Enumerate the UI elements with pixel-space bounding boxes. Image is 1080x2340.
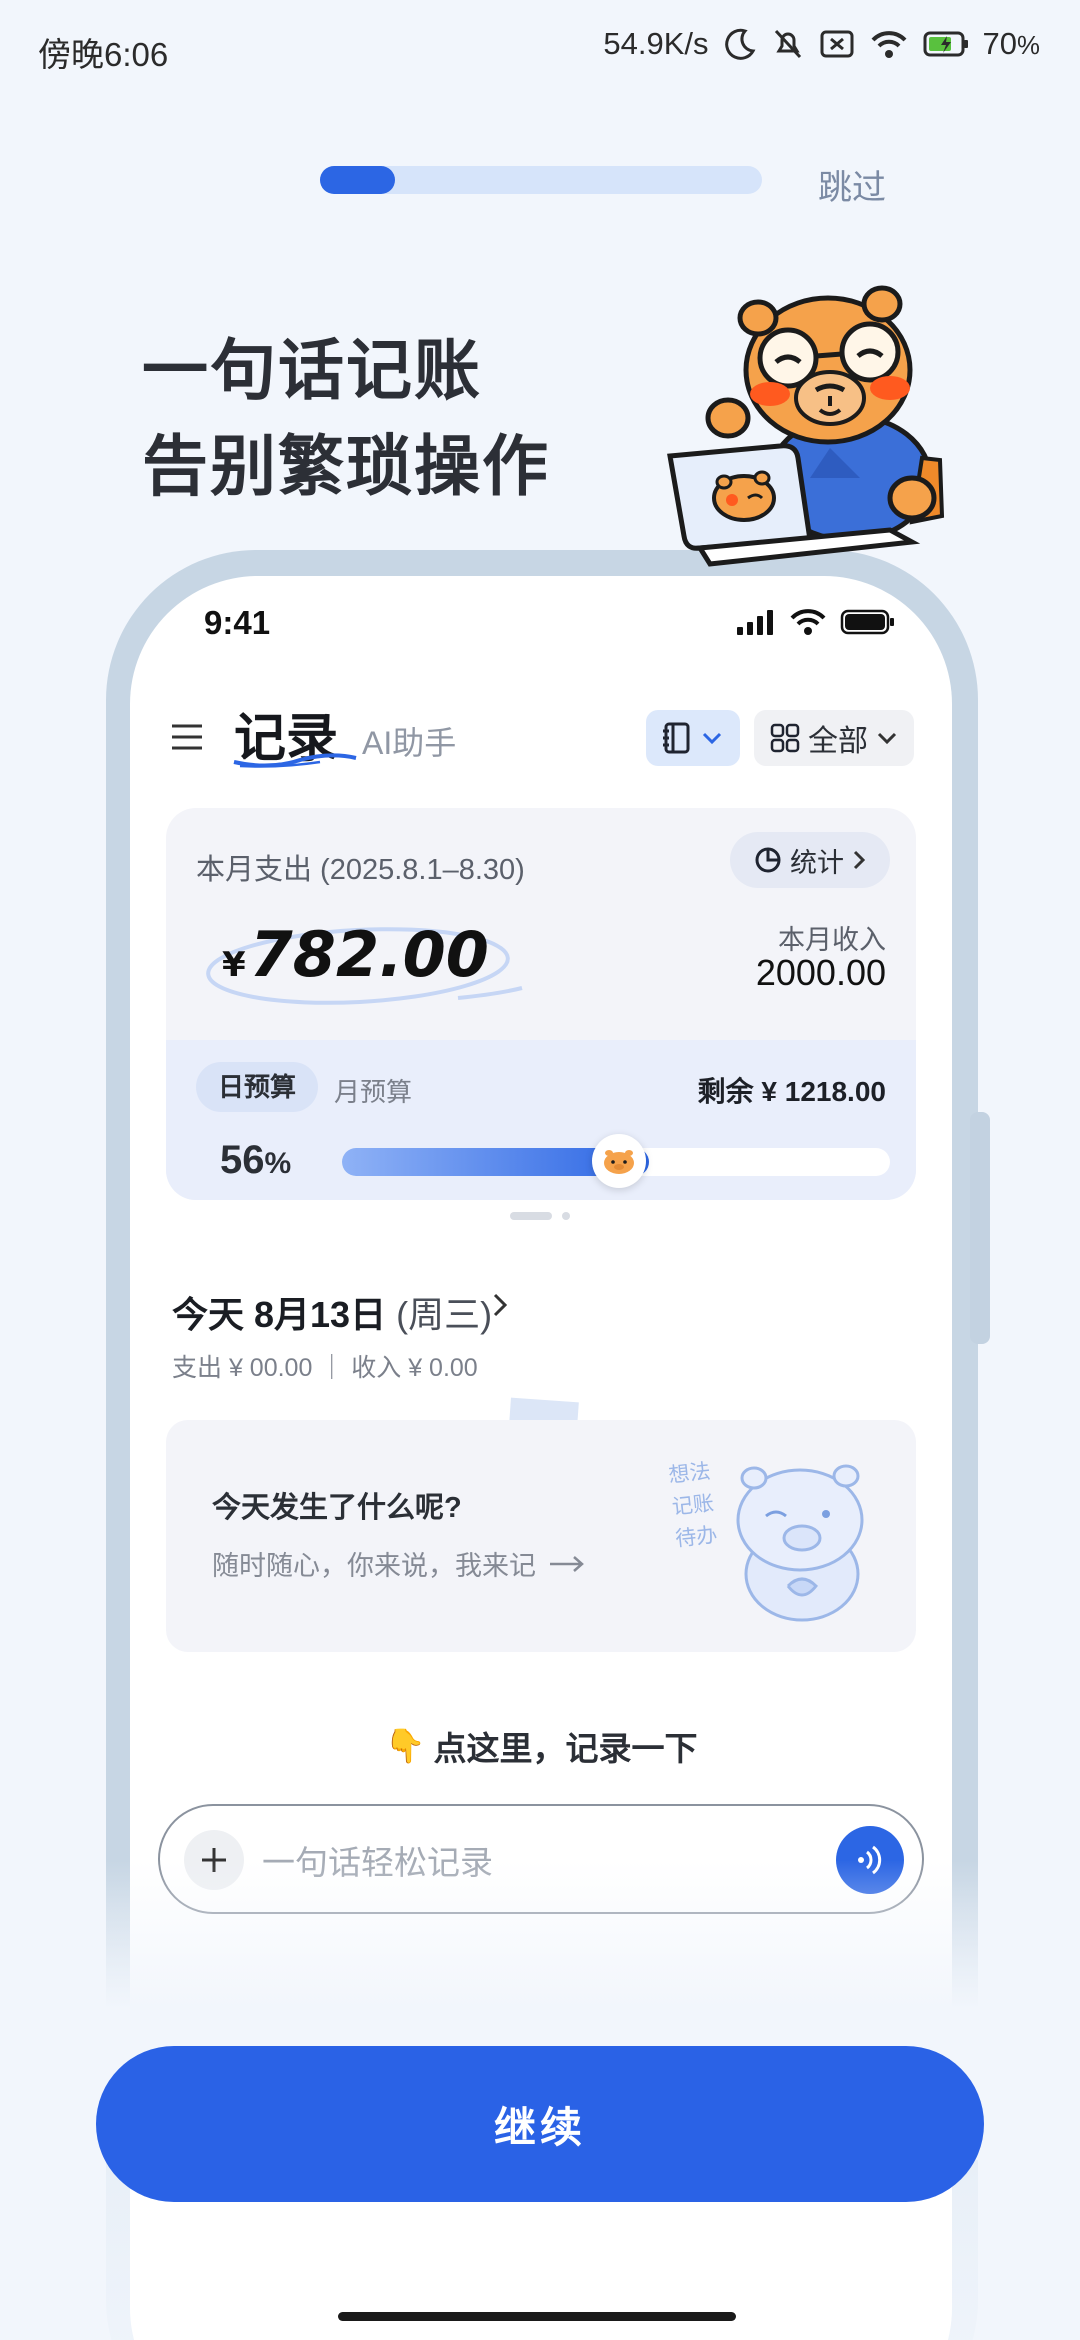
continue-button[interactable]: 继续	[96, 2046, 984, 2202]
skip-button[interactable]: 跳过	[818, 160, 886, 209]
chevron-right-icon	[853, 850, 866, 870]
monthly-summary-card: 本月支出 (2025.8.1–8.30) 统计 ¥782.00 本月收入 200…	[166, 808, 916, 1200]
chevron-right-icon[interactable]	[490, 1290, 510, 1320]
bell-muted-icon	[774, 29, 801, 59]
arrow-right-icon	[550, 1555, 584, 1572]
phone-side-button	[970, 1112, 990, 1344]
today-date-title[interactable]: 今天 8月13日 (周三)	[172, 1286, 492, 1338]
hamburger-menu-icon[interactable]	[170, 722, 204, 752]
ledger-selector-button[interactable]	[646, 710, 740, 766]
card-pager-dots	[510, 1212, 570, 1220]
sim-none-icon	[820, 30, 854, 58]
wifi-icon	[871, 31, 907, 58]
capybara-mascot-illustration	[667, 285, 945, 567]
system-time: 傍晚6:06	[38, 36, 169, 73]
system-status-icons: 54.9K/s 70%	[603, 26, 1040, 62]
mock-status-icons	[736, 608, 896, 636]
onboarding-progress-fill	[320, 166, 396, 194]
statistics-button[interactable]: 统计	[730, 832, 890, 888]
onboarding-progress	[320, 166, 762, 194]
prompt-title: 今天发生了什么呢?	[212, 1492, 462, 1524]
record-hint: 👇 点这里，记录一下	[384, 1726, 698, 1768]
headline-line-1: 一句话记账	[142, 333, 482, 407]
filter-all-button[interactable]: 全部	[754, 710, 914, 766]
budget-progress-knob	[591, 1134, 646, 1188]
prompt-subtitle: 随时随心，你来说，我来记	[212, 1544, 586, 1583]
network-speed: 54.9K/s	[603, 26, 709, 61]
filter-all-label: 全部	[808, 725, 868, 758]
chevron-down-icon	[877, 732, 897, 745]
pointing-down-icon: 👇	[384, 1726, 426, 1764]
cellular-signal-icon	[737, 610, 773, 635]
statistics-label: 统计	[790, 847, 844, 878]
prompt-tags: 想法 记账 待办	[667, 1460, 719, 1551]
grid-icon	[770, 723, 800, 753]
monthly-income-value: 2000.00	[755, 952, 886, 993]
tab-daily-budget[interactable]: 日预算	[196, 1062, 319, 1112]
capybara-face-icon	[603, 1150, 634, 1174]
notebook-icon	[663, 722, 690, 754]
mock-wifi-icon	[790, 609, 826, 635]
battery-icon	[923, 31, 968, 57]
budget-percent: 56%	[220, 1138, 292, 1182]
headline-line-2: 告别繁琐操作	[142, 429, 550, 503]
today-summary: 支出 ¥ 00.00 ｜ 收入 ¥ 0.00	[172, 1354, 478, 1382]
monthly-expense-amount: ¥782.00	[222, 918, 489, 991]
moon-icon	[724, 28, 755, 60]
battery-percent: 70%	[982, 26, 1040, 61]
home-indicator[interactable]	[338, 2312, 736, 2321]
pie-chart-icon	[755, 847, 781, 873]
voice-prompt-card[interactable]: 今天发生了什么呢? 随时随心，你来说，我来记 想法 记账 待办	[166, 1420, 916, 1652]
capybara-sketch-illustration	[736, 1464, 864, 1622]
mock-battery-icon	[840, 609, 894, 635]
monthly-expense-title: 本月支出 (2025.8.1–8.30)	[196, 854, 525, 886]
mock-status-time: 9:41	[204, 604, 271, 641]
chevron-down-icon	[702, 732, 722, 745]
remaining-budget: 剩余 ¥ 1218.00	[697, 1076, 886, 1107]
tab-ai-assistant[interactable]: AI助手	[362, 718, 456, 764]
onboarding-headline: 一句话记账 告别繁琐操作	[142, 322, 550, 514]
tab-record-underline	[233, 753, 357, 768]
tab-monthly-budget[interactable]: 月预算	[334, 1072, 412, 1109]
